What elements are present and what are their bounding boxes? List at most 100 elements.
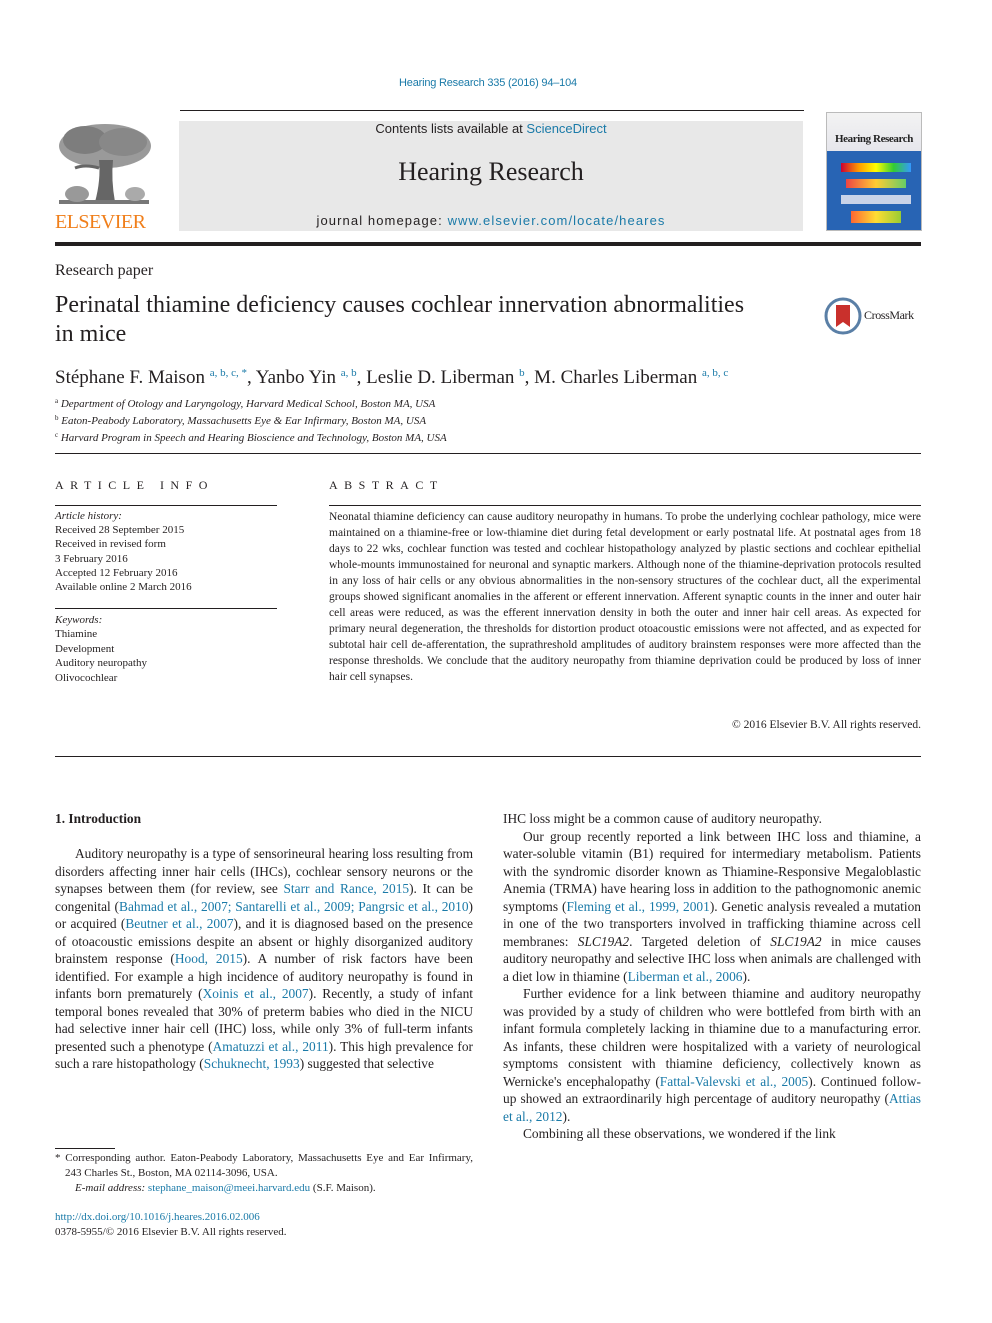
article-history-label: Article history:	[55, 510, 122, 522]
article-title: Perinatal thiamine deficiency causes coc…	[55, 292, 745, 347]
affiliation: c Harvard Program in Speech and Hearing …	[55, 428, 447, 445]
header-bottom-rule	[55, 242, 921, 246]
author-affil-refs[interactable]: a, b	[341, 367, 357, 379]
body-column-left: Auditory neuropathy is a type of sensori…	[55, 845, 473, 1073]
keyword: Auditory neuropathy	[55, 657, 147, 670]
citation-link[interactable]: Liberman et al., 2006	[628, 969, 743, 984]
contents-line: Contents lists available at ScienceDirec…	[179, 121, 803, 137]
footnote-rule	[55, 1148, 115, 1149]
email-label: E-mail address:	[75, 1182, 148, 1194]
author-name: Leslie D. Liberman	[366, 367, 515, 388]
citation-link[interactable]: Xoinis et al., 2007	[203, 986, 309, 1001]
citation-link[interactable]: Hood, 2015	[175, 951, 243, 966]
author[interactable]: Yanbo Yin a, b	[256, 367, 357, 388]
history-item: Received in revised form	[55, 538, 166, 551]
issn-copyright: 0378-5955/© 2016 Elsevier B.V. All right…	[55, 1226, 287, 1238]
author-affil-refs[interactable]: a, b, c	[702, 367, 728, 379]
keywords-label: Keywords:	[55, 614, 103, 626]
journal-citation[interactable]: Hearing Research 335 (2016) 94–104	[0, 77, 976, 89]
keywords-rule	[55, 608, 277, 609]
history-item: Accepted 12 February 2016	[55, 566, 178, 579]
author[interactable]: Stéphane F. Maison a, b, c, *	[55, 367, 247, 388]
cover-band	[841, 195, 911, 204]
cover-title: Hearing Research	[834, 133, 914, 145]
author[interactable]: M. Charles Liberman a, b, c	[534, 367, 728, 388]
keyword: Olivocochlear	[55, 671, 118, 684]
body-paragraph: IHC loss might be a common cause of audi…	[503, 810, 921, 828]
article-info-rule	[55, 505, 277, 506]
homepage-prefix: journal homepage:	[316, 213, 448, 228]
abstract-text: Neonatal thiamine deficiency can cause a…	[329, 511, 921, 683]
cover-band	[841, 163, 911, 172]
body-text: ).	[562, 1108, 571, 1124]
doi-block: http://dx.doi.org/10.1016/j.heares.2016.…	[55, 1210, 287, 1240]
citation-link[interactable]: Fleming et al., 1999, 2001	[566, 899, 709, 914]
affiliations: a Department of Otology and Laryngology,…	[55, 394, 447, 446]
history-item: Available online 2 March 2016	[55, 581, 192, 594]
author-name: Yanbo Yin	[255, 367, 337, 388]
body-column-right: IHC loss might be a common cause of audi…	[503, 810, 921, 1143]
author-name: Stéphane F. Maison	[55, 367, 205, 388]
email-line: E-mail address: stephane_maison@meei.har…	[55, 1181, 473, 1196]
elsevier-logo[interactable]: ELSEVIER	[55, 120, 155, 235]
author-name: M. Charles Liberman	[534, 367, 698, 388]
affiliation-text: Eaton-Peabody Laboratory, Massachusetts …	[61, 415, 427, 428]
affiliation-text: Harvard Program in Speech and Hearing Bi…	[60, 432, 447, 445]
doi-link[interactable]: http://dx.doi.org/10.1016/j.heares.2016.…	[55, 1210, 287, 1225]
citation-link[interactable]: Fattal-Valevski et al., 2005	[660, 1074, 808, 1089]
body-text: Combining all these observations, we won…	[523, 1126, 836, 1141]
journal-cover-thumbnail[interactable]: Hearing Research	[826, 112, 922, 231]
author-affil-refs[interactable]: b	[519, 367, 525, 379]
body-paragraph: Auditory neuropathy is a type of sensori…	[55, 845, 473, 1073]
elsevier-wordmark: ELSEVIER	[55, 211, 146, 233]
author-list: Stéphane F. Maison a, b, c, *, Yanbo Yin…	[55, 367, 729, 388]
keyword: Development	[55, 642, 115, 655]
body-paragraph: Further evidence for a link between thia…	[503, 985, 921, 1125]
sciencedirect-link[interactable]: ScienceDirect	[526, 121, 606, 136]
body-text: IHC loss might be a common cause of audi…	[503, 811, 822, 826]
keyword: Thiamine	[55, 628, 98, 641]
keywords: Keywords: Thiamine Development Auditory …	[55, 613, 147, 685]
article-history: Article history: Received 28 September 2…	[55, 509, 192, 594]
crossmark-label: CrossMark	[864, 308, 914, 322]
journal-title: Hearing Research	[398, 157, 584, 186]
email-link[interactable]: stephane_maison@meei.harvard.edu	[148, 1182, 310, 1194]
citation-link[interactable]: Starr and Rance, 2015	[283, 881, 409, 896]
body-paragraph: Our group recently reported a link betwe…	[503, 828, 921, 986]
email-suffix: (S.F. Maison).	[310, 1182, 376, 1194]
gene-name: SLC19A2	[577, 933, 630, 949]
citation-link[interactable]: Schuknecht, 1993	[204, 1056, 300, 1071]
author[interactable]: Leslie D. Liberman b	[366, 367, 525, 388]
cover-header: Hearing Research	[827, 113, 921, 151]
affiliation-key: c	[55, 431, 59, 440]
citation-link[interactable]: Amatuzzi et al., 2011	[213, 1039, 329, 1054]
citation-link[interactable]: Beutner et al., 2007	[125, 916, 233, 931]
cover-band	[851, 211, 901, 223]
footnote: * Corresponding author. Eaton-Peabody La…	[55, 1151, 473, 1196]
header-top-rule	[180, 110, 804, 111]
abstract-rule	[329, 505, 921, 506]
cover-artwork	[827, 151, 921, 230]
article-info-heading: ARTICLE INFO	[55, 478, 214, 492]
contents-prefix: Contents lists available at	[375, 121, 527, 136]
elsevier-tree-icon	[55, 120, 153, 208]
body-paragraph: Combining all these observations, we won…	[503, 1125, 921, 1143]
affiliation-text: Department of Otology and Laryngology, H…	[60, 398, 436, 410]
journal-homepage: journal homepage: www.elsevier.com/locat…	[179, 213, 803, 229]
corresponding-author-note: * Corresponding author. Eaton-Peabody La…	[55, 1152, 473, 1179]
crossmark-badge[interactable]: CrossMark	[824, 297, 924, 335]
abstract-copyright: © 2016 Elsevier B.V. All rights reserved…	[732, 719, 921, 731]
citation-link[interactable]: Bahmad et al., 2007; Santarelli et al., …	[119, 899, 469, 914]
section-heading-introduction: 1. Introduction	[55, 811, 142, 826]
affiliation: a Department of Otology and Laryngology,…	[55, 394, 447, 411]
cover-band	[846, 179, 906, 188]
body-text: ).	[742, 968, 751, 984]
abstract-heading: ABSTRACT	[329, 478, 444, 492]
author-affil-refs[interactable]: a, b, c, *	[210, 367, 247, 379]
affiliation: b Eaton-Peabody Laboratory, Massachusett…	[55, 411, 447, 428]
homepage-link[interactable]: www.elsevier.com/locate/heares	[448, 213, 666, 228]
body-text: ) suggested that selective	[299, 1056, 434, 1071]
article-type: Research paper	[55, 262, 154, 279]
history-item: 3 February 2016	[55, 552, 128, 565]
journal-banner: Contents lists available at ScienceDirec…	[179, 121, 803, 231]
